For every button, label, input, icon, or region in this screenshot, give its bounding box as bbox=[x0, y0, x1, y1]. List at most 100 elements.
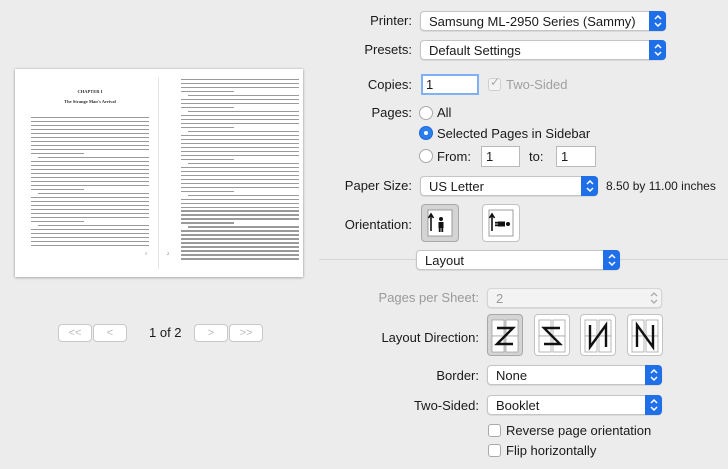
copies-field[interactable]: 1 bbox=[421, 74, 479, 95]
preview-text-line bbox=[31, 188, 85, 191]
print-preview: CHAPTER I The Strange Man's Arrival 1 2 bbox=[15, 69, 303, 277]
preview-text-line bbox=[31, 152, 85, 155]
layout-direction-s-button[interactable] bbox=[534, 314, 570, 356]
preview-text-line bbox=[181, 250, 299, 252]
preview-text-line bbox=[181, 186, 299, 188]
printer-popup[interactable]: Samsung ML-2950 Series (Sammy) bbox=[420, 11, 666, 31]
preview-text-line bbox=[31, 144, 149, 147]
pages-from-label: From: bbox=[437, 149, 471, 164]
portrait-icon bbox=[427, 209, 453, 237]
preview-text-line bbox=[181, 150, 299, 153]
preview-text-line bbox=[31, 228, 149, 230]
last-page-button[interactable]: >> bbox=[229, 324, 263, 342]
preview-text-line bbox=[181, 82, 299, 85]
preview-text-line bbox=[181, 246, 299, 248]
pages-per-sheet-popup[interactable]: 2 bbox=[487, 288, 662, 308]
paper-size-value: US Letter bbox=[429, 179, 484, 194]
preview-text-line bbox=[181, 218, 299, 220]
pages-range-radio[interactable] bbox=[419, 149, 433, 163]
two-sided-checkbox[interactable]: ✓ bbox=[488, 75, 501, 91]
layout-z-icon bbox=[491, 319, 519, 353]
preview-text-line bbox=[31, 220, 85, 222]
preview-text-line bbox=[31, 184, 149, 187]
copies-label: Copies: bbox=[367, 77, 412, 92]
preview-text-line bbox=[31, 148, 149, 151]
layout-direction-label: Layout Direction: bbox=[381, 330, 479, 345]
chevron-updown-icon bbox=[649, 11, 666, 31]
preview-text-line bbox=[181, 202, 299, 204]
preview-chapter-heading-wrap: CHAPTER I The Strange Man's Arrival bbox=[31, 89, 149, 104]
border-label: Border: bbox=[436, 368, 479, 383]
preview-text-line bbox=[188, 94, 299, 97]
preview-text-line bbox=[181, 210, 299, 212]
preview-text-line bbox=[31, 196, 149, 198]
chevron-updown-icon bbox=[645, 288, 662, 308]
flip-horizontally-label: Flip horizontally bbox=[506, 443, 597, 458]
preview-text-line bbox=[31, 120, 149, 123]
layout-direction-n-button[interactable] bbox=[627, 314, 663, 356]
layout-n-icon bbox=[631, 319, 659, 353]
preview-text-line bbox=[181, 102, 299, 105]
two-sided-label: Two-Sided: bbox=[413, 398, 479, 413]
preview-chapter-heading: CHAPTER I bbox=[77, 89, 103, 94]
preview-text-line bbox=[31, 240, 149, 242]
pages-to-field[interactable]: 1 bbox=[556, 146, 596, 167]
first-page-button[interactable]: << bbox=[58, 324, 92, 342]
preview-right-page: 2 bbox=[161, 75, 303, 275]
pages-from-field[interactable]: 1 bbox=[481, 146, 520, 167]
preview-text-line bbox=[181, 230, 299, 232]
orientation-portrait-button[interactable] bbox=[421, 204, 459, 242]
presets-popup[interactable]: Default Settings bbox=[420, 40, 666, 60]
orientation-landscape-button[interactable] bbox=[482, 204, 520, 242]
preview-text-line bbox=[188, 226, 299, 228]
chevron-updown-icon bbox=[603, 250, 620, 270]
preview-text-line bbox=[31, 180, 149, 183]
chevron-updown-icon bbox=[581, 176, 598, 196]
two-sided-popup[interactable]: Booklet bbox=[487, 395, 662, 415]
preview-text-line bbox=[31, 140, 149, 143]
page-counter: 1 of 2 bbox=[149, 325, 182, 340]
preview-text-line bbox=[181, 79, 299, 81]
preview-text-line bbox=[188, 194, 299, 196]
pages-selected-radio[interactable] bbox=[419, 126, 433, 140]
reverse-orientation-label: Reverse page orientation bbox=[506, 423, 652, 438]
preview-text-line bbox=[31, 168, 149, 171]
pages-selected-label: Selected Pages in Sidebar bbox=[437, 126, 591, 141]
preview-text-line bbox=[31, 124, 149, 127]
preview-text-line bbox=[181, 170, 299, 172]
pages-all-radio[interactable] bbox=[419, 106, 433, 120]
paper-size-popup[interactable]: US Letter bbox=[420, 176, 598, 196]
preview-text-line bbox=[31, 164, 149, 167]
two-sided-checkbox-label: Two-Sided bbox=[506, 77, 568, 92]
layout-direction-z-button[interactable] bbox=[487, 314, 523, 356]
printer-value: Samsung ML-2950 Series (Sammy) bbox=[429, 14, 636, 29]
next-page-button[interactable]: > bbox=[194, 324, 228, 342]
preview-chapter-title: The Strange Man's Arrival bbox=[64, 99, 116, 104]
pages-per-sheet-label: Pages per Sheet: bbox=[378, 290, 479, 305]
preview-text-line bbox=[181, 118, 299, 121]
preview-text-line bbox=[181, 238, 299, 240]
layout-direction-n-reverse-button[interactable] bbox=[580, 314, 616, 356]
preview-text-line bbox=[31, 176, 149, 179]
flip-horizontally-checkbox[interactable] bbox=[488, 444, 501, 457]
preview-right-page-number: 2 bbox=[167, 251, 169, 256]
border-popup[interactable]: None bbox=[487, 365, 662, 385]
preview-spine bbox=[158, 77, 159, 269]
preview-text-line bbox=[31, 200, 149, 202]
preview-text-line bbox=[181, 182, 299, 184]
paper-size-label: Paper Size: bbox=[344, 178, 412, 193]
preview-text-line bbox=[181, 142, 299, 145]
preview-text-line bbox=[181, 106, 235, 109]
preview-text-line bbox=[181, 86, 299, 89]
reverse-orientation-checkbox[interactable] bbox=[488, 424, 501, 437]
preview-text-line bbox=[181, 258, 299, 260]
pages-label: Pages: bbox=[371, 105, 412, 120]
preview-text-line bbox=[181, 126, 235, 129]
section-popup[interactable]: Layout bbox=[416, 250, 620, 270]
section-value: Layout bbox=[425, 253, 465, 268]
paper-size-dimensions: 8.50 by 11.00 inches bbox=[606, 179, 716, 193]
preview-text-line bbox=[181, 122, 299, 125]
two-sided-value: Booklet bbox=[496, 398, 540, 413]
pages-per-sheet-value: 2 bbox=[496, 291, 504, 306]
previous-page-button[interactable]: < bbox=[93, 324, 127, 342]
